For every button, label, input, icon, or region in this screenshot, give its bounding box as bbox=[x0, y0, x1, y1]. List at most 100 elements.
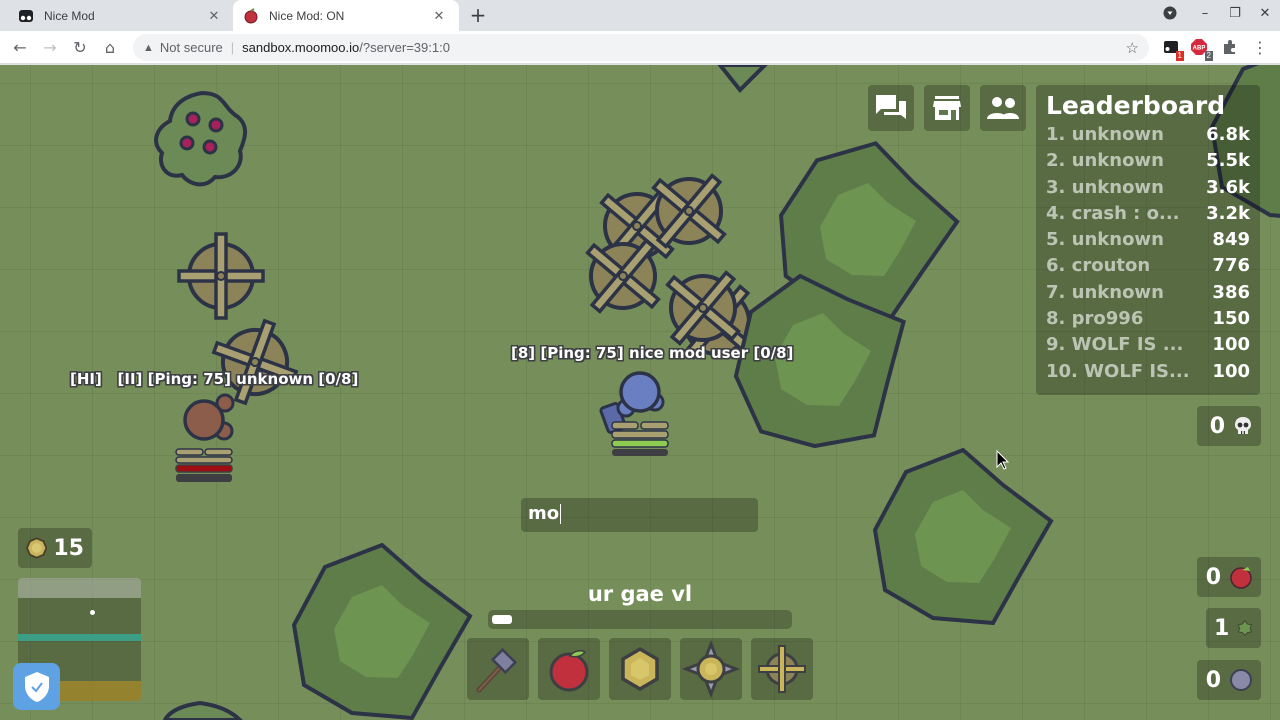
leaderboard-player-name: 5. unknown bbox=[1046, 227, 1164, 253]
leaderboard-name-text: WOLF IS ... bbox=[1071, 334, 1184, 356]
svg-text:ABP: ABP bbox=[1193, 46, 1206, 52]
leaderboard-row: 3. unknown 3.6k bbox=[1046, 175, 1250, 201]
tab-search-icon[interactable] bbox=[1160, 6, 1180, 24]
extensions-puzzle-icon[interactable] bbox=[1222, 39, 1240, 57]
bush bbox=[162, 700, 243, 720]
hammer-slot[interactable] bbox=[467, 638, 529, 700]
tab-title: Nice Mod: ON bbox=[269, 8, 345, 23]
security-status: Not secure bbox=[159, 40, 223, 55]
windmill bbox=[177, 232, 265, 320]
game-canvas[interactable]: [8] [Ping: 75] nice mod user [0/8] [HI] … bbox=[0, 65, 1280, 720]
age-progress-bar bbox=[488, 610, 792, 629]
chat-input-text: mo bbox=[528, 503, 560, 524]
shield-check-icon bbox=[24, 671, 49, 702]
skull-icon bbox=[1235, 417, 1251, 434]
minimize-icon[interactable]: – bbox=[1195, 6, 1215, 21]
age-progress-fill bbox=[492, 615, 512, 624]
tab-close-icon[interactable]: ✕ bbox=[204, 8, 224, 24]
leaderboard-title: Leaderboard bbox=[1046, 91, 1226, 120]
leaderboard-score: 386 bbox=[1212, 281, 1250, 303]
leaderboard-row: 5. unknown 849 bbox=[1046, 227, 1250, 253]
tree bbox=[717, 65, 768, 93]
player-nametag-self: [8] [Ping: 75] nice mod user [0/8] bbox=[511, 344, 794, 362]
new-tab-button[interactable]: + bbox=[468, 4, 488, 26]
apple-icon bbox=[549, 650, 589, 692]
kill-count: 0 bbox=[1209, 413, 1225, 439]
windmill-slot[interactable] bbox=[751, 638, 813, 700]
clan-button[interactable] bbox=[980, 85, 1026, 131]
leaderboard-score: 100 bbox=[1212, 334, 1250, 356]
url-host: sandbox.moomoo.io bbox=[242, 40, 360, 55]
address-bar[interactable]: ▲ Not secure | sandbox.moomoo.io /?serve… bbox=[133, 34, 1149, 61]
browser-toolbar: ← → ↻ ⌂ ▲ Not secure | sandbox.moomoo.io… bbox=[0, 31, 1280, 64]
spike-icon bbox=[681, 639, 741, 699]
leaderboard-player-name: 3. unknown bbox=[1046, 175, 1164, 201]
leaderboard-rank: 10. bbox=[1046, 360, 1078, 382]
leaderboard-rank: 7. bbox=[1046, 281, 1066, 303]
url-path: /?server=39:1:0 bbox=[359, 40, 450, 55]
tab-nice-mod[interactable]: Nice Mod ✕ bbox=[8, 0, 234, 31]
windmill-icon bbox=[758, 645, 806, 693]
leaderboard-score: 150 bbox=[1212, 308, 1250, 330]
leaderboard-rank: 2. bbox=[1046, 150, 1066, 172]
apple-slot[interactable] bbox=[538, 638, 600, 700]
minimap-river bbox=[18, 634, 141, 641]
leaderboard-row: 10. WOLF IS... 100 bbox=[1046, 359, 1250, 385]
wall-slot[interactable] bbox=[609, 638, 671, 700]
restore-icon[interactable]: ❐ bbox=[1225, 6, 1245, 21]
leaderboard-player-name: 4. crash : o... bbox=[1046, 201, 1180, 227]
mod-extension-icon[interactable]: 1 bbox=[1162, 39, 1184, 61]
minimap-player-dot bbox=[90, 610, 95, 615]
leaderboard-rank: 6. bbox=[1046, 255, 1066, 277]
leaderboard-score: 6.8k bbox=[1206, 124, 1250, 145]
mask-icon bbox=[19, 9, 33, 22]
privacy-shield-button[interactable] bbox=[13, 663, 60, 710]
leaderboard-player-name: 8. pro996 bbox=[1046, 306, 1143, 332]
browser-menu-icon[interactable]: ⋮ bbox=[1249, 37, 1271, 59]
window-close-icon[interactable]: ✕ bbox=[1255, 6, 1275, 21]
leaderboard-name-text: unknown bbox=[1071, 229, 1164, 251]
spike-slot[interactable] bbox=[680, 638, 742, 700]
leaderboard-score: 3.2k bbox=[1206, 202, 1250, 224]
leaderboard-rank: 3. bbox=[1046, 176, 1066, 198]
food-counter: 0 bbox=[1197, 557, 1261, 597]
divider: | bbox=[230, 40, 235, 55]
leaderboard-rank: 4. bbox=[1046, 202, 1066, 224]
chat-button[interactable] bbox=[868, 85, 914, 131]
berry-bush bbox=[154, 90, 247, 187]
back-icon[interactable]: ← bbox=[9, 37, 31, 59]
adblock-icon[interactable]: ABP 2 bbox=[1191, 39, 1213, 61]
chat-input[interactable]: mo bbox=[521, 498, 758, 532]
leaderboard-score: 5.5k bbox=[1206, 150, 1250, 172]
food-count: 0 bbox=[1205, 564, 1221, 590]
leaderboard-row: 6. crouton 776 bbox=[1046, 253, 1250, 279]
leaderboard-rank: 9. bbox=[1046, 334, 1066, 356]
wood-count: 1 bbox=[1214, 615, 1230, 641]
extension-badge: 2 bbox=[1204, 51, 1213, 61]
leaderboard-player-name: 7. unknown bbox=[1046, 280, 1164, 306]
reload-icon[interactable]: ↻ bbox=[69, 37, 91, 59]
leaderboard-player-name: 1. unknown bbox=[1046, 122, 1164, 148]
store-icon bbox=[933, 96, 961, 120]
bookmark-star-icon[interactable]: ☆ bbox=[1126, 39, 1139, 57]
leaderboard-row: 8. pro996 150 bbox=[1046, 306, 1250, 332]
leaderboard-name-text: crash : o... bbox=[1071, 202, 1180, 224]
tab-close-icon[interactable]: ✕ bbox=[429, 8, 449, 24]
leaderboard-rank: 5. bbox=[1046, 229, 1066, 251]
tab-nice-mod-on[interactable]: Nice Mod: ON ✕ bbox=[233, 0, 459, 31]
leaderboard: Leaderboard 1. unknown 6.8k 2. unknown 5.5k… bbox=[1036, 85, 1260, 395]
shop-button[interactable] bbox=[924, 85, 970, 131]
forward-icon[interactable]: → bbox=[39, 37, 61, 59]
tree bbox=[872, 447, 1054, 626]
leaderboard-name-text: crouton bbox=[1071, 255, 1151, 277]
home-icon[interactable]: ⌂ bbox=[99, 37, 121, 59]
leaderboard-name-text: unknown bbox=[1071, 124, 1164, 145]
apple-icon bbox=[244, 7, 258, 23]
leaderboard-name-text: unknown bbox=[1071, 150, 1164, 172]
leaderboard-row: 7. unknown 386 bbox=[1046, 280, 1250, 306]
age-label: ur gae vl bbox=[587, 582, 693, 606]
gold-coin-icon bbox=[26, 537, 48, 559]
food-apple-icon bbox=[1230, 567, 1252, 589]
leaderboard-player-name: 6. crouton bbox=[1046, 253, 1150, 279]
leaderboard-player-name: 2. unknown bbox=[1046, 148, 1164, 174]
